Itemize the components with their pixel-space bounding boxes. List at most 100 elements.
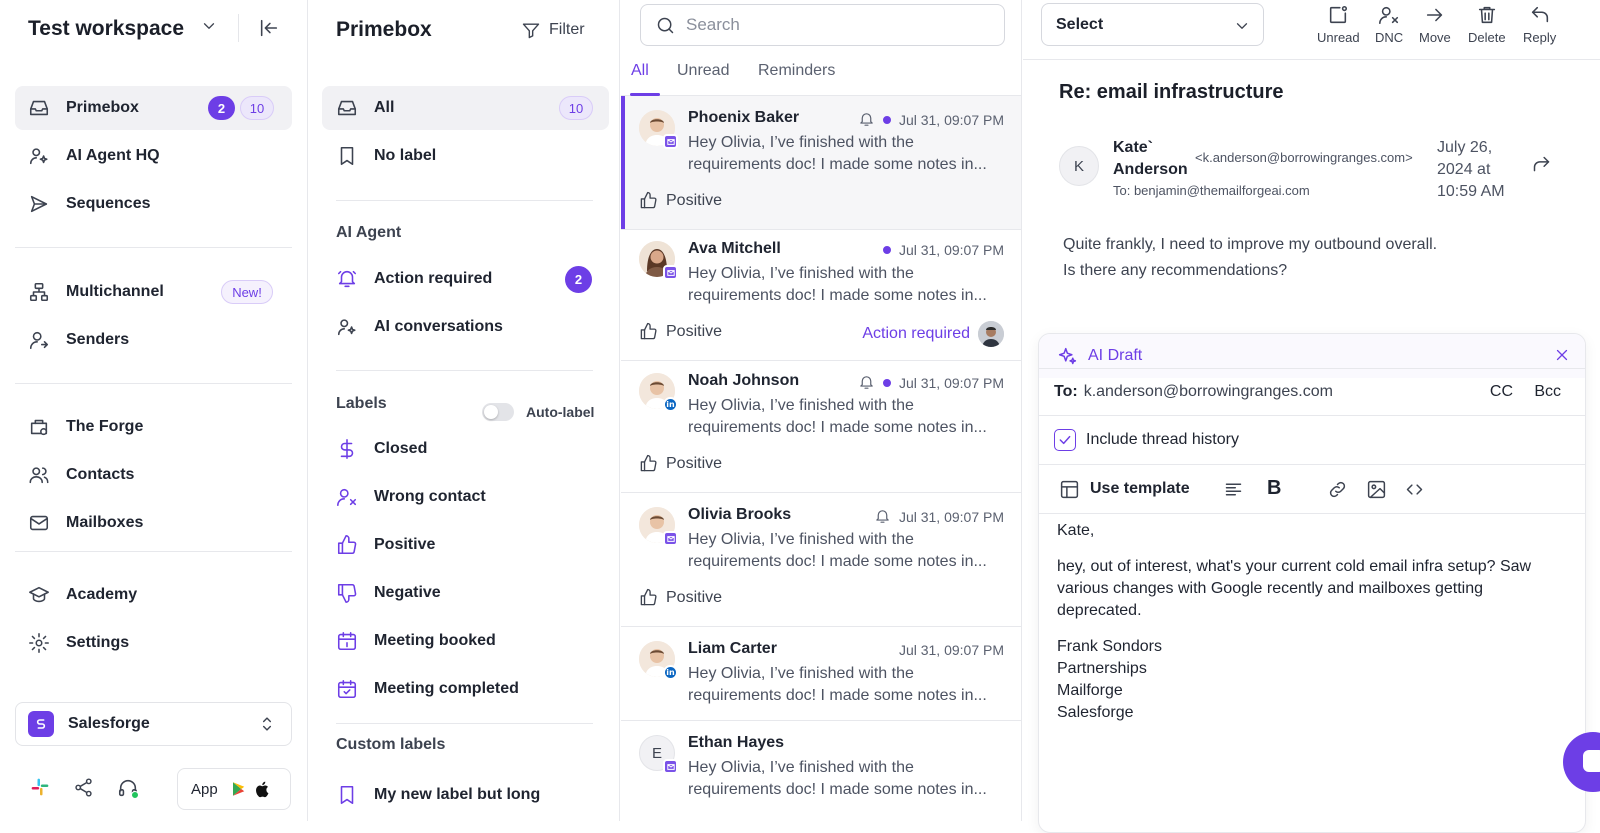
tab-all[interactable]: All — [631, 62, 649, 80]
label-item-label: All — [374, 99, 395, 116]
workspace-name: Test workspace — [28, 17, 185, 40]
tab-reminders[interactable]: Reminders — [758, 62, 835, 80]
mark-unread-icon — [1330, 5, 1348, 24]
move-button[interactable]: Move — [1419, 4, 1451, 45]
sidebar-item-ai-agent-hq[interactable]: AI Agent HQ — [15, 134, 292, 178]
unread-dot — [882, 246, 891, 254]
toolbar-label: Reply — [1523, 30, 1557, 45]
align-left-icon[interactable] — [1223, 479, 1244, 500]
thread-sender: Noah Johnson — [688, 372, 800, 389]
collapse-sidebar-icon[interactable] — [258, 17, 280, 39]
image-icon[interactable] — [1366, 479, 1387, 500]
code-icon[interactable] — [1404, 479, 1425, 500]
mark-unread-button[interactable]: Unread — [1317, 4, 1360, 45]
thread-time: Jul 31, 09:07 PM — [898, 642, 1004, 658]
divider — [15, 383, 292, 384]
draft-paragraph: hey, out of interest, what's your curren… — [1057, 558, 1532, 619]
label-item-positive[interactable]: Positive — [322, 523, 609, 567]
chevron-down-icon[interactable] — [200, 17, 218, 35]
dnc-button[interactable]: DNC — [1375, 4, 1403, 45]
thread-item[interactable]: Phoenix Baker Jul 31, 09:07 PM Hey Olivi… — [621, 96, 1021, 230]
label-item-all[interactable]: All 10 — [322, 86, 609, 130]
headset-support-icon[interactable] — [117, 777, 139, 799]
thread-item[interactable]: Olivia Brooks Jul 31, 09:07 PM Hey Olivi… — [621, 493, 1021, 627]
sidebar-item-senders[interactable]: Senders — [15, 318, 292, 362]
label-item-no-label[interactable]: No label — [322, 134, 609, 178]
link-icon[interactable] — [1327, 479, 1348, 500]
label-item-custom[interactable]: My new label but long — [322, 773, 609, 817]
bookmark-icon — [340, 785, 354, 805]
thread-item[interactable]: in Liam Carter Jul 31, 09:07 PM Hey Oliv… — [621, 627, 1021, 721]
label-item-ai-conversations[interactable]: AI conversations — [322, 305, 609, 349]
thread-label: Positive — [639, 454, 722, 473]
delete-button[interactable]: Delete — [1468, 4, 1506, 45]
thread-item[interactable]: E Ethan Hayes Hey Olivia, I’ve finished … — [621, 721, 1021, 821]
sender-email: <k.anderson@borrowingranges.com> — [1195, 150, 1413, 165]
close-icon[interactable] — [1553, 346, 1571, 364]
select-dropdown[interactable]: Select — [1041, 3, 1264, 46]
slack-icon[interactable] — [30, 777, 50, 797]
message-detail: Select Unread DNC Move Delete Reply Re: … — [1023, 0, 1600, 833]
bookmark-icon — [340, 146, 354, 166]
mail-icon — [29, 515, 49, 531]
draft-body-editor[interactable]: Kate, hey, out of interest, what's your … — [1057, 520, 1557, 724]
gear-icon — [29, 633, 49, 653]
sidebar-item-settings[interactable]: Settings — [15, 621, 292, 665]
thread-label: Positive — [639, 322, 722, 341]
sidebar-item-the-forge[interactable]: The Forge — [15, 405, 292, 449]
label-item-meeting-booked[interactable]: Meeting booked — [322, 619, 609, 663]
label-item-closed[interactable]: Closed — [322, 427, 609, 471]
sidebar-item-academy[interactable]: Academy — [15, 573, 292, 617]
sidebar-item-label: Contacts — [66, 466, 135, 483]
forward-icon[interactable] — [1531, 154, 1552, 175]
thread-item[interactable]: in Noah Johnson Jul 31, 09:07 PM Hey Oli… — [621, 359, 1021, 493]
sidebar-item-label: Settings — [66, 634, 130, 651]
google-play-icon[interactable] — [230, 780, 248, 798]
dollar-icon — [340, 439, 354, 459]
signature-line: Frank Sondors — [1057, 638, 1162, 655]
to-row: To: k.anderson@borrowingranges.com CC Bc… — [1039, 368, 1585, 415]
sidebar-item-sequences[interactable]: Sequences — [15, 182, 292, 226]
apple-icon[interactable] — [254, 780, 272, 798]
share-icon[interactable] — [73, 777, 94, 798]
tab-unread[interactable]: Unread — [677, 62, 729, 80]
bold-icon[interactable]: B — [1267, 477, 1281, 500]
unread-badge: 2 — [208, 96, 235, 120]
label-item-wrong-contact[interactable]: Wrong contact — [322, 475, 609, 519]
label-item-meeting-completed[interactable]: Meeting completed — [322, 667, 609, 711]
sidebar-item-multichannel[interactable]: Multichannel New! — [15, 270, 292, 314]
salesforge-logo-icon — [28, 711, 54, 737]
mobile-app-download[interactable]: App — [177, 768, 291, 810]
thread-item[interactable]: Ava Mitchell Jul 31, 09:07 PM Hey Olivia… — [621, 227, 1021, 361]
thread-meta: Jul 31, 09:07 PM — [874, 508, 1004, 525]
reply-button[interactable]: Reply — [1523, 4, 1556, 45]
workspace-switcher[interactable]: Test workspace — [28, 14, 184, 44]
sidebar-item-mailboxes[interactable]: Mailboxes — [15, 501, 292, 545]
to-field[interactable]: k.anderson@borrowingranges.com — [1084, 383, 1333, 401]
use-template-button[interactable]: Use template — [1090, 480, 1190, 498]
organization-switcher[interactable]: Salesforge — [15, 702, 292, 746]
bcc-button[interactable]: Bcc — [1534, 383, 1561, 401]
cc-button[interactable]: CC — [1490, 383, 1513, 401]
include-history-label: Include thread history — [1086, 431, 1239, 448]
toolbar-label: Unread — [1317, 30, 1360, 45]
include-history-checkbox[interactable] — [1054, 429, 1076, 451]
reminder-bell-icon — [860, 376, 873, 389]
sidebar-item-contacts[interactable]: Contacts — [15, 453, 292, 497]
divider — [15, 551, 292, 552]
bell-alert-icon — [337, 270, 357, 288]
label-item-negative[interactable]: Negative — [322, 571, 609, 615]
search-box[interactable] — [640, 4, 1005, 46]
sidebar-item-label: Academy — [66, 586, 138, 603]
thread-preview: Hey Olivia, I’ve finished with the requi… — [688, 397, 987, 436]
to-label: To: — [1054, 383, 1078, 400]
auto-label-toggle[interactable] — [482, 403, 514, 421]
toolbar-label: DNC — [1375, 30, 1404, 45]
label-item-action-required[interactable]: Action required 2 — [322, 257, 609, 301]
filter-button[interactable]: Filter — [521, 18, 585, 42]
action-required-tag[interactable]: Action required — [862, 325, 970, 343]
panel-title: Primebox — [336, 18, 432, 41]
chevron-down-icon — [1236, 23, 1248, 29]
search-input[interactable] — [686, 15, 986, 35]
sidebar-item-primebox[interactable]: Primebox 2 10 — [15, 86, 292, 130]
